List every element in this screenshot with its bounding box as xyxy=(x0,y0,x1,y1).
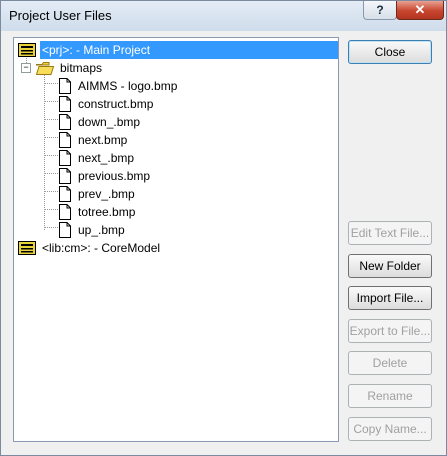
tree-item-label: previous.bmp xyxy=(78,169,151,183)
rename-button[interactable]: Rename xyxy=(348,384,432,408)
close-button[interactable]: Close xyxy=(348,40,432,64)
tree-line xyxy=(44,227,58,228)
tree-item-label: <prj>: - Main Project xyxy=(40,41,338,59)
tree-item-label: bitmaps xyxy=(60,61,103,75)
tree-item-label: construct.bmp xyxy=(78,97,154,111)
tree-line xyxy=(44,155,58,156)
export-to-file-button[interactable]: Export to File... xyxy=(348,319,432,343)
tree-line xyxy=(44,173,58,174)
tree-line xyxy=(44,119,58,120)
title-bar[interactable]: Project User Files ? ✕ xyxy=(1,1,446,31)
collapse-icon[interactable]: − xyxy=(21,63,31,73)
dialog-window: Project User Files ? ✕ <prj>: - Main Pro… xyxy=(0,0,447,456)
tree-line xyxy=(44,74,45,230)
tree-item-label: AIMMS - logo.bmp xyxy=(78,79,178,93)
tree-item-label: prev_.bmp xyxy=(78,187,135,201)
tree-line xyxy=(44,191,58,192)
tree-line xyxy=(44,83,58,84)
tree-line xyxy=(44,137,58,138)
import-file-button[interactable]: Import File... xyxy=(348,286,432,310)
window-title: Project User Files xyxy=(9,8,112,23)
tree-item-label: totree.bmp xyxy=(78,205,136,219)
tree-item-label: <lib:cm>: - CoreModel xyxy=(42,241,161,255)
project-icon xyxy=(18,43,36,62)
new-folder-button[interactable]: New Folder xyxy=(348,254,432,278)
tree-item-main-project[interactable]: <prj>: - Main Project xyxy=(18,41,338,62)
tree-item-label: down_.bmp xyxy=(78,115,141,129)
tree-line xyxy=(44,101,58,102)
close-window-button[interactable]: ✕ xyxy=(396,1,444,20)
file-tree[interactable]: <prj>: - Main Project − bitmaps AIMMS - … xyxy=(13,37,339,442)
edit-text-file-button[interactable]: Edit Text File... xyxy=(348,221,432,245)
tree-item-label: up_.bmp xyxy=(78,223,125,237)
tree-line xyxy=(44,209,58,210)
tree-item-label: next.bmp xyxy=(78,133,128,147)
tree-item-label: next_.bmp xyxy=(78,151,135,165)
help-button[interactable]: ? xyxy=(363,1,397,20)
folder-open-icon xyxy=(35,61,55,80)
copy-name-button[interactable]: Copy Name... xyxy=(348,417,432,441)
delete-button[interactable]: Delete xyxy=(348,351,432,375)
library-icon xyxy=(18,241,36,260)
